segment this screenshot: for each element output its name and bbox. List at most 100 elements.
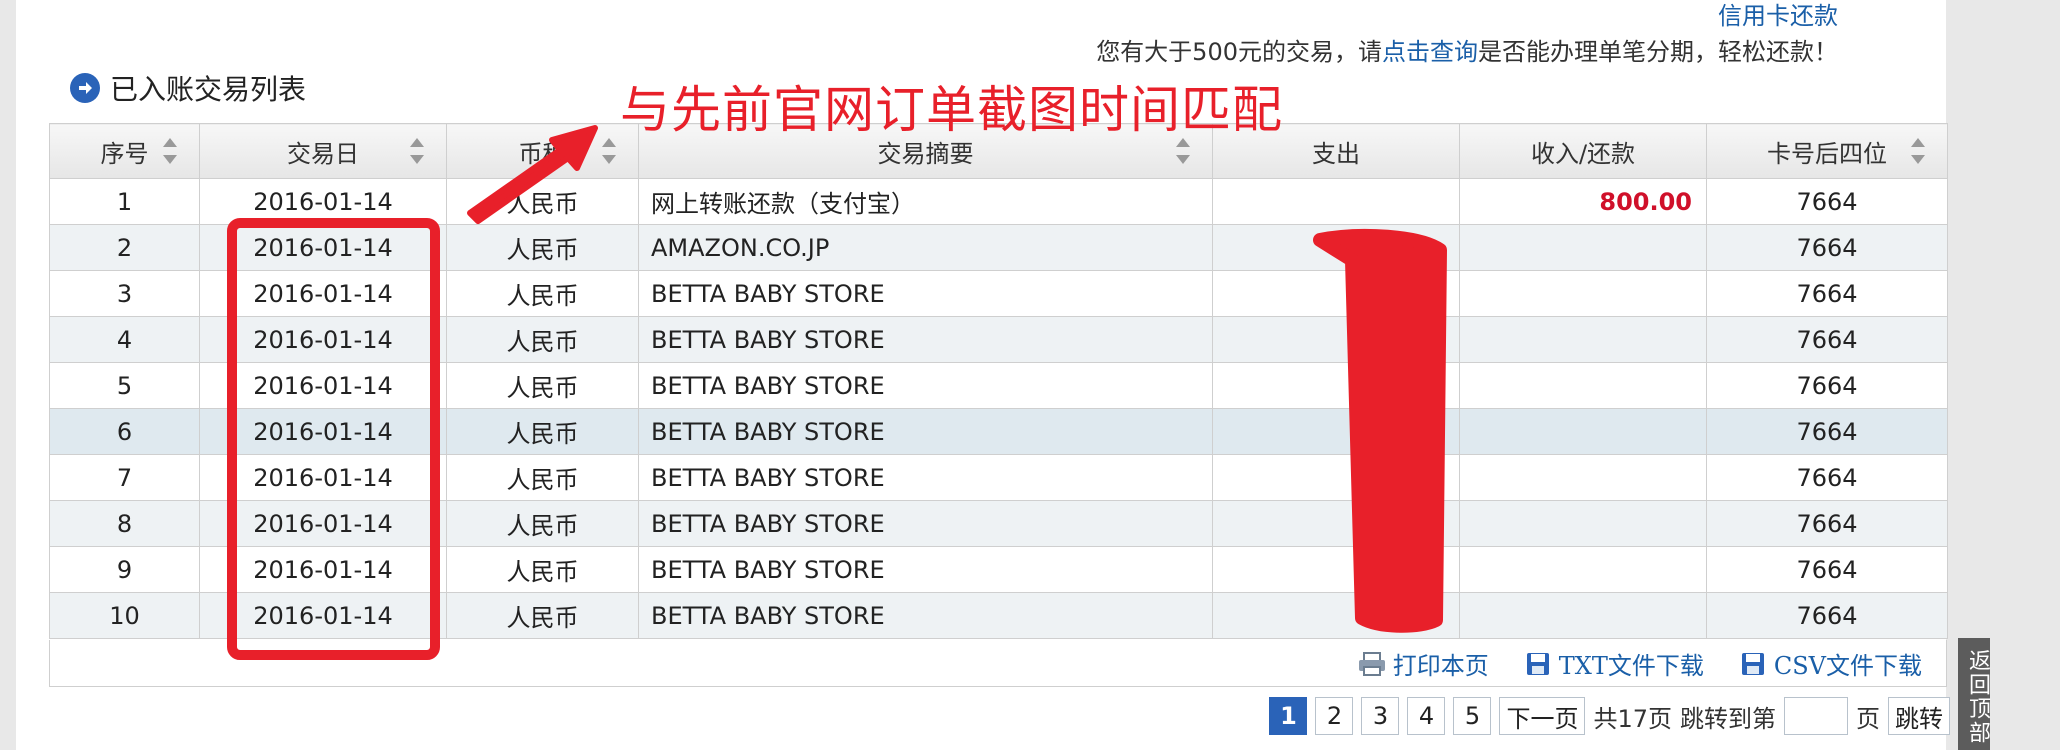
cell-currency: 人民币 (446, 592, 639, 639)
txt-download-button[interactable]: TXT文件下载 (1523, 646, 1704, 681)
sort-icon[interactable] (163, 138, 177, 164)
cell-desc: 网上转账还款（支付宝） (638, 178, 1213, 225)
sort-icon[interactable] (1911, 138, 1925, 164)
cell-income (1459, 454, 1707, 501)
sort-icon[interactable] (410, 138, 424, 164)
cell-currency: 人民币 (446, 408, 639, 455)
cell-no: 8 (49, 500, 200, 547)
back-to-top-button[interactable]: 返回顶部 (1958, 638, 1990, 750)
table-row[interactable]: 6 2016-01-14 人民币 BETTA BABY STORE 7664 (49, 408, 1948, 455)
cell-income (1459, 500, 1707, 547)
cell-currency: 人民币 (446, 224, 639, 271)
page-1-button[interactable]: 1 (1269, 697, 1308, 735)
table-row[interactable]: 10 2016-01-14 人民币 BETTA BABY STORE 7664 (49, 592, 1948, 639)
notice-text-pre: 您有大于500元的交易，请 (1096, 38, 1382, 66)
table-row[interactable]: 7 2016-01-14 人民币 BETTA BABY STORE 7664 (49, 454, 1948, 501)
cell-date: 2016-01-14 (199, 408, 447, 455)
cell-currency: 人民币 (446, 362, 639, 409)
table-row[interactable]: 5 2016-01-14 人民币 BETTA BABY STORE 7664 (49, 362, 1948, 409)
cell-date: 2016-01-14 (199, 362, 447, 409)
col-header-card[interactable]: 卡号后四位 (1706, 123, 1948, 179)
txt-label: TXT文件下载 (1558, 652, 1704, 680)
cell-date: 2016-01-14 (199, 224, 447, 271)
next-page-button[interactable]: 下一页 (1499, 697, 1586, 735)
table-footer: 打印本页 TXT文件下载 CSV文件下载 (49, 640, 1947, 687)
cell-card: 7664 (1706, 592, 1948, 639)
jump-button[interactable]: 跳转 (1888, 697, 1950, 735)
cell-card: 7664 (1706, 224, 1948, 271)
col-header-date[interactable]: 交易日 (199, 123, 447, 179)
page-3-button[interactable]: 3 (1361, 697, 1400, 735)
cell-expense (1212, 592, 1460, 639)
cell-date: 2016-01-14 (199, 592, 447, 639)
cell-no: 9 (49, 546, 200, 593)
cell-expense (1212, 454, 1460, 501)
arrow-right-circle-icon (70, 73, 100, 103)
cell-card: 7664 (1706, 178, 1948, 225)
cell-date: 2016-01-14 (199, 178, 447, 225)
credit-repay-link[interactable]: 信用卡还款 (1718, 0, 1838, 31)
csv-label: CSV文件下载 (1773, 652, 1922, 680)
printer-icon (1358, 651, 1385, 676)
jump-page-unit: 页 (1856, 704, 1880, 733)
table-row[interactable]: 4 2016-01-14 人民币 BETTA BABY STORE 7664 (49, 316, 1948, 363)
cell-no: 7 (49, 454, 200, 501)
cell-card: 7664 (1706, 454, 1948, 501)
cell-no: 10 (49, 592, 200, 639)
cell-desc: BETTA BABY STORE (638, 592, 1213, 639)
jump-page-input[interactable] (1784, 697, 1848, 735)
total-pages: 共17页 (1593, 704, 1672, 733)
cell-currency: 人民币 (446, 500, 639, 547)
cell-no: 3 (49, 270, 200, 317)
page-4-button[interactable]: 4 (1407, 697, 1446, 735)
table-row[interactable]: 8 2016-01-14 人民币 BETTA BABY STORE 7664 (49, 500, 1948, 547)
page-2-button[interactable]: 2 (1315, 697, 1354, 735)
cell-expense (1212, 270, 1460, 317)
cell-currency: 人民币 (446, 270, 639, 317)
notice-query-link[interactable]: 点击查询 (1382, 38, 1478, 66)
cell-date: 2016-01-14 (199, 316, 447, 363)
col-header-no[interactable]: 序号 (49, 123, 200, 179)
cell-card: 7664 (1706, 270, 1948, 317)
col-header-income: 收入/还款 (1459, 123, 1707, 179)
cell-no: 6 (49, 408, 200, 455)
col-header-currency[interactable]: 币种 (446, 123, 639, 179)
table-row[interactable]: 1 2016-01-14 人民币 网上转账还款（支付宝） 800.00 7664 (49, 178, 1948, 225)
cell-date: 2016-01-14 (199, 500, 447, 547)
page-5-button[interactable]: 5 (1453, 697, 1492, 735)
print-label: 打印本页 (1392, 652, 1489, 680)
cell-expense (1212, 316, 1460, 363)
cell-income (1459, 546, 1707, 593)
sort-icon[interactable] (602, 138, 616, 164)
cell-desc: AMAZON.CO.JP (638, 224, 1213, 271)
cell-expense (1212, 224, 1460, 271)
cell-desc: BETTA BABY STORE (638, 408, 1213, 455)
notice-text-post: 是否能办理单笔分期，轻松还款！ (1478, 38, 1838, 66)
cell-no: 5 (49, 362, 200, 409)
installment-notice: 您有大于500元的交易，请点击查询是否能办理单笔分期，轻松还款！ (1096, 32, 1838, 67)
print-page-button[interactable]: 打印本页 (1357, 646, 1489, 681)
csv-download-button[interactable]: CSV文件下载 (1738, 646, 1922, 681)
cell-expense (1212, 546, 1460, 593)
table-row[interactable]: 3 2016-01-14 人民币 BETTA BABY STORE 7664 (49, 270, 1948, 317)
cell-currency: 人民币 (446, 316, 639, 363)
cell-no: 4 (49, 316, 200, 363)
cell-currency: 人民币 (446, 178, 639, 225)
cell-income (1459, 362, 1707, 409)
cell-income (1459, 270, 1707, 317)
cell-card: 7664 (1706, 500, 1948, 547)
cell-no: 2 (49, 224, 200, 271)
cell-currency: 人民币 (446, 546, 639, 593)
annotation-text: 与先前官网订单截图时间匹配 (620, 81, 1283, 139)
cell-expense (1212, 408, 1460, 455)
cell-card: 7664 (1706, 316, 1948, 363)
table-row[interactable]: 9 2016-01-14 人民币 BETTA BABY STORE 7664 (49, 546, 1948, 593)
transaction-table: 序号 交易日 币种 交易摘要 支出 收入/还款 卡号后四位 1 2016-01-1… (49, 123, 1948, 639)
table-row[interactable]: 2 2016-01-14 人民币 AMAZON.CO.JP 7664 (49, 224, 1948, 271)
cell-desc: BETTA BABY STORE (638, 500, 1213, 547)
cell-date: 2016-01-14 (199, 270, 447, 317)
cell-income (1459, 408, 1707, 455)
section-title: 已入账交易列表 (70, 68, 306, 108)
cell-expense (1212, 362, 1460, 409)
cell-desc: BETTA BABY STORE (638, 454, 1213, 501)
